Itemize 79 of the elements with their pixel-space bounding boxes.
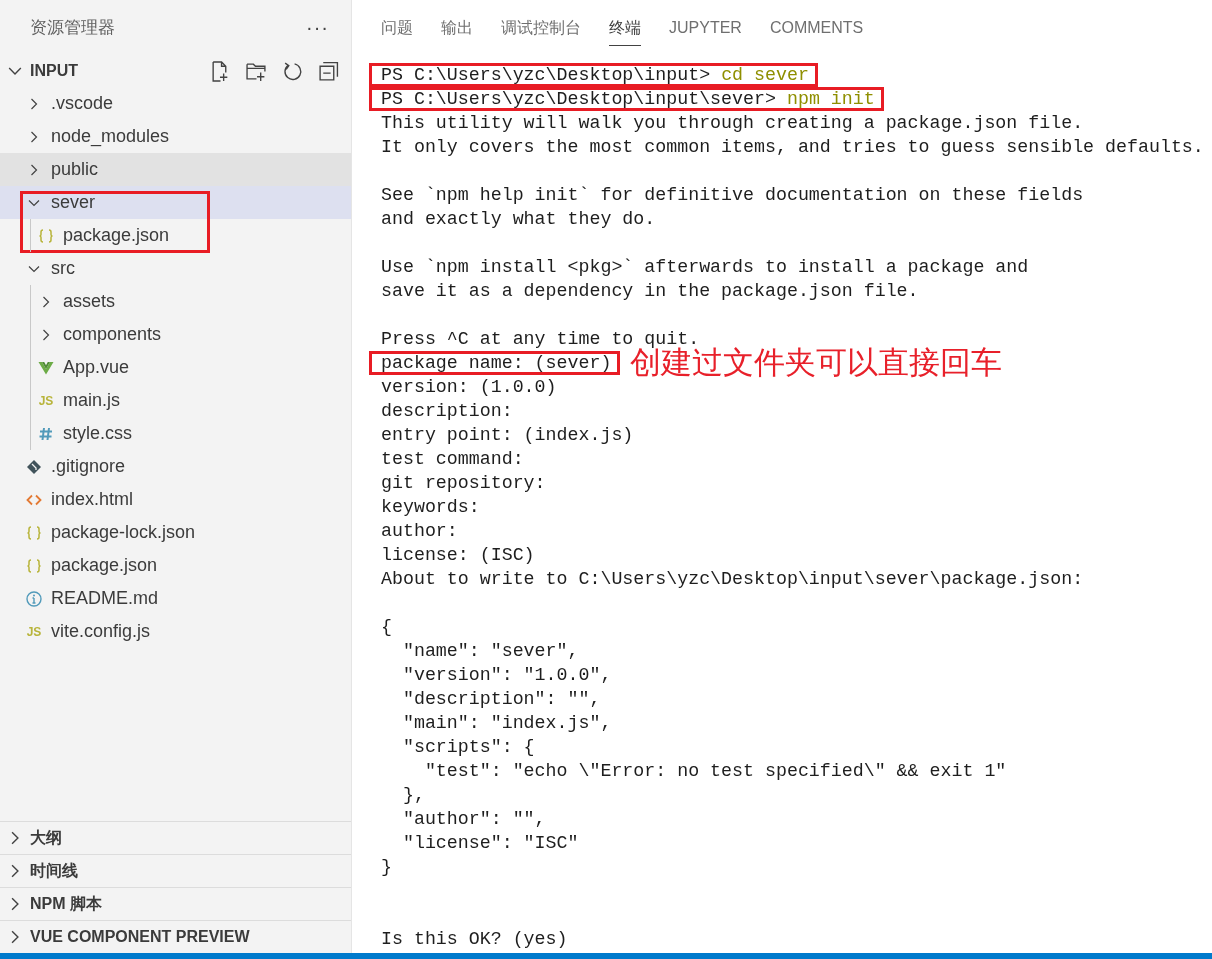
- section-header[interactable]: 时间线: [0, 854, 351, 887]
- tree-item[interactable]: package.json: [0, 549, 351, 582]
- tree-item[interactable]: README.md: [0, 582, 351, 615]
- chevron-icon[interactable]: [40, 295, 52, 308]
- js-file-icon: JS: [26, 624, 42, 639]
- terminal-text: test command:: [381, 449, 524, 469]
- terminal-text: "name": "sever",: [401, 641, 579, 661]
- command-text: npm init: [786, 89, 875, 109]
- terminal-text: "description": "",: [401, 689, 601, 709]
- more-actions-button[interactable]: ···: [306, 16, 329, 39]
- terminal-text: "version": "1.0.0",: [401, 665, 612, 685]
- panel-tab[interactable]: 终端: [609, 9, 641, 46]
- tree-item[interactable]: App.vue: [0, 351, 351, 384]
- terminal-text: license: (ISC): [381, 545, 535, 565]
- terminal-text: version: (1.0.0): [381, 377, 557, 397]
- chevron-icon[interactable]: [28, 163, 40, 176]
- tree-item[interactable]: sever: [0, 186, 351, 219]
- vue-logo-icon: [38, 359, 54, 376]
- tree-item[interactable]: .gitignore: [0, 450, 351, 483]
- chevron-icon[interactable]: [40, 328, 52, 341]
- panel-tab[interactable]: JUPYTER: [669, 11, 742, 44]
- tree-item[interactable]: .vscode: [0, 87, 351, 120]
- terminal-text: git repository:: [381, 473, 546, 493]
- terminal-text: save it as a dependency in the package.json file.: [381, 281, 919, 301]
- terminal-text: },: [401, 785, 425, 805]
- tree-item[interactable]: components: [0, 318, 351, 351]
- terminal-text: package name: (sever): [381, 353, 612, 373]
- section-header[interactable]: 大纲: [0, 821, 351, 854]
- chevron-icon[interactable]: [28, 130, 40, 143]
- section-header[interactable]: NPM 脚本: [0, 887, 351, 920]
- tree-item[interactable]: JS main.js: [0, 384, 351, 417]
- terminal-text: author:: [381, 521, 458, 541]
- info-icon: [26, 590, 42, 607]
- terminal-text: Is this OK? (yes): [381, 929, 568, 949]
- tree-item[interactable]: src: [0, 252, 351, 285]
- panel-tab[interactable]: 输出: [441, 9, 473, 46]
- terminal-text: entry point: (index.js): [381, 425, 634, 445]
- panel-tab[interactable]: 问题: [381, 9, 413, 46]
- terminal-text: {: [381, 617, 392, 637]
- collapse-all-icon[interactable]: [318, 60, 339, 82]
- explorer-title: 资源管理器: [30, 17, 115, 39]
- panel-tab[interactable]: COMMENTS: [769, 11, 864, 44]
- braces-icon: [26, 524, 42, 541]
- terminal-text: "author": "",: [401, 809, 546, 829]
- hash-icon: [38, 425, 54, 442]
- terminal-text: and exactly what they do.: [381, 209, 656, 229]
- terminal-text: See `npm help init` for definitive documentation on these fields: [381, 185, 1084, 205]
- tree-item[interactable]: node_modules: [0, 120, 351, 153]
- new-folder-icon[interactable]: [246, 60, 267, 82]
- terminal-text: "main": "index.js",: [401, 713, 612, 733]
- command-text: cd sever: [721, 65, 809, 85]
- terminal-text: It only covers the most common items, and tries to guess sensible defaults.: [381, 137, 1204, 157]
- tree-item[interactable]: package-lock.json: [0, 516, 351, 549]
- folder-title[interactable]: INPUT: [30, 62, 78, 80]
- chevron-icon[interactable]: [28, 97, 40, 110]
- tree-item[interactable]: package.json: [0, 219, 351, 252]
- tree-item[interactable]: public: [0, 153, 351, 186]
- terminal-text: keywords:: [381, 497, 480, 517]
- terminal-text: }: [381, 857, 392, 877]
- terminal-text: Use `npm install <pkg>` afterwards to install a package and: [381, 257, 1029, 277]
- js-file-icon: JS: [38, 393, 54, 408]
- tree-item[interactable]: style.css: [0, 417, 351, 450]
- refresh-icon[interactable]: [282, 60, 303, 82]
- terminal-text: PS C:\Users\yzc\Desktop\input>: [381, 65, 711, 85]
- terminal-text: "license": "ISC": [401, 833, 579, 853]
- tree-item[interactable]: JS vite.config.js: [0, 615, 351, 648]
- terminal-text: "scripts": {: [401, 737, 535, 757]
- tree-item[interactable]: assets: [0, 285, 351, 318]
- terminal-text: PS C:\Users\yzc\Desktop\input\sever>: [381, 89, 776, 109]
- braces-icon: [38, 227, 54, 244]
- terminal-text: description:: [381, 401, 513, 421]
- terminal-text: "test": "echo \"Error: no test specified\" && exit 1": [423, 761, 1007, 781]
- tree-item[interactable]: index.html: [0, 483, 351, 516]
- terminal-text: About to write to C:\Users\yzc\Desktop\input\sever\package.json:: [381, 569, 1084, 589]
- terminal-text: This utility will walk you through creating a package.json file.: [381, 113, 1084, 133]
- terminal-text: Press ^C at any time to quit.: [381, 329, 700, 349]
- braces-icon: [26, 557, 42, 574]
- git-icon: [26, 458, 42, 475]
- panel-tab[interactable]: 调试控制台: [501, 9, 581, 46]
